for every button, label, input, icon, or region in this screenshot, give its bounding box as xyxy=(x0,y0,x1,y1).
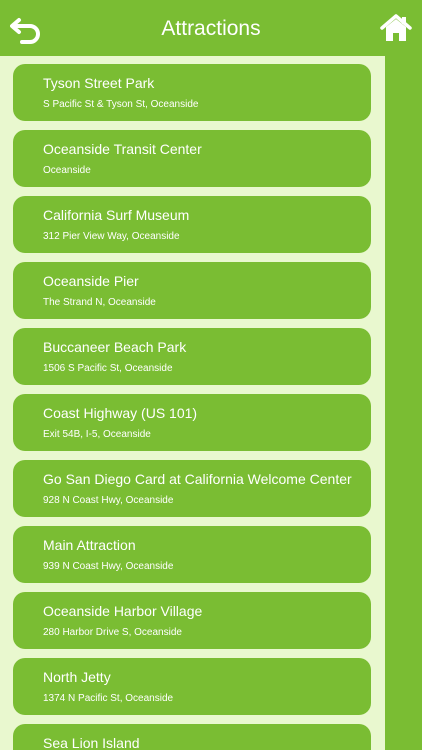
attraction-address: Oceanside xyxy=(43,165,91,176)
attraction-name: Go San Diego Card at California Welcome … xyxy=(43,471,352,487)
attraction-address: 1374 N Pacific St, Oceanside xyxy=(43,693,174,704)
page-title: Attractions xyxy=(161,17,261,40)
list-item[interactable]: California Surf Museum 312 Pier View Way… xyxy=(13,196,371,253)
attraction-address: 939 N Coast Hwy, Oceanside xyxy=(43,561,174,572)
attraction-name: North Jetty xyxy=(43,669,111,685)
attraction-address: 312 Pier View Way, Oceanside xyxy=(43,231,180,242)
list-item[interactable]: Go San Diego Card at California Welcome … xyxy=(13,460,371,517)
attraction-address: Exit 54B, I-5, Oceanside xyxy=(43,429,151,440)
list-item[interactable]: Coast Highway (US 101) Exit 54B, I-5, Oc… xyxy=(13,394,371,451)
attraction-name: Coast Highway (US 101) xyxy=(43,405,198,421)
attraction-address: S Pacific St & Tyson St, Oceanside xyxy=(43,99,199,110)
back-button[interactable] xyxy=(10,12,44,46)
list-item[interactable]: Sea Lion Island xyxy=(13,724,371,750)
header-bar: Attractions xyxy=(0,0,422,56)
list-item[interactable]: Oceanside Pier The Strand N, Oceanside xyxy=(13,262,371,319)
list-item[interactable]: Oceanside Transit Center Oceanside xyxy=(13,130,371,187)
home-button[interactable] xyxy=(380,12,412,44)
attraction-name: Tyson Street Park xyxy=(43,75,155,91)
list-item[interactable]: North Jetty 1374 N Pacific St, Oceanside xyxy=(13,658,371,715)
attraction-name: Sea Lion Island xyxy=(43,735,140,750)
attraction-address: 280 Harbor Drive S, Oceanside xyxy=(43,627,182,638)
attraction-name: California Surf Museum xyxy=(43,207,190,223)
attraction-name: Buccaneer Beach Park xyxy=(43,339,187,355)
attraction-name: Oceanside Transit Center xyxy=(43,141,202,157)
attraction-address: 928 N Coast Hwy, Oceanside xyxy=(43,495,174,506)
attraction-name: Main Attraction xyxy=(43,537,136,553)
attraction-name: Oceanside Pier xyxy=(43,273,139,289)
attraction-name: Oceanside Harbor Village xyxy=(43,603,203,619)
list-item[interactable]: Oceanside Harbor Village 280 Harbor Driv… xyxy=(13,592,371,649)
attractions-list[interactable]: Tyson Street Park S Pacific St & Tyson S… xyxy=(0,56,385,750)
attraction-address: 1506 S Pacific St, Oceanside xyxy=(43,363,173,374)
list-item[interactable]: Tyson Street Park S Pacific St & Tyson S… xyxy=(13,64,371,121)
list-item[interactable]: Main Attraction 939 N Coast Hwy, Oceansi… xyxy=(13,526,371,583)
list-item[interactable]: Buccaneer Beach Park 1506 S Pacific St, … xyxy=(13,328,371,385)
attraction-address: The Strand N, Oceanside xyxy=(43,297,156,308)
back-arrow-icon xyxy=(10,18,40,44)
home-icon xyxy=(380,14,412,41)
